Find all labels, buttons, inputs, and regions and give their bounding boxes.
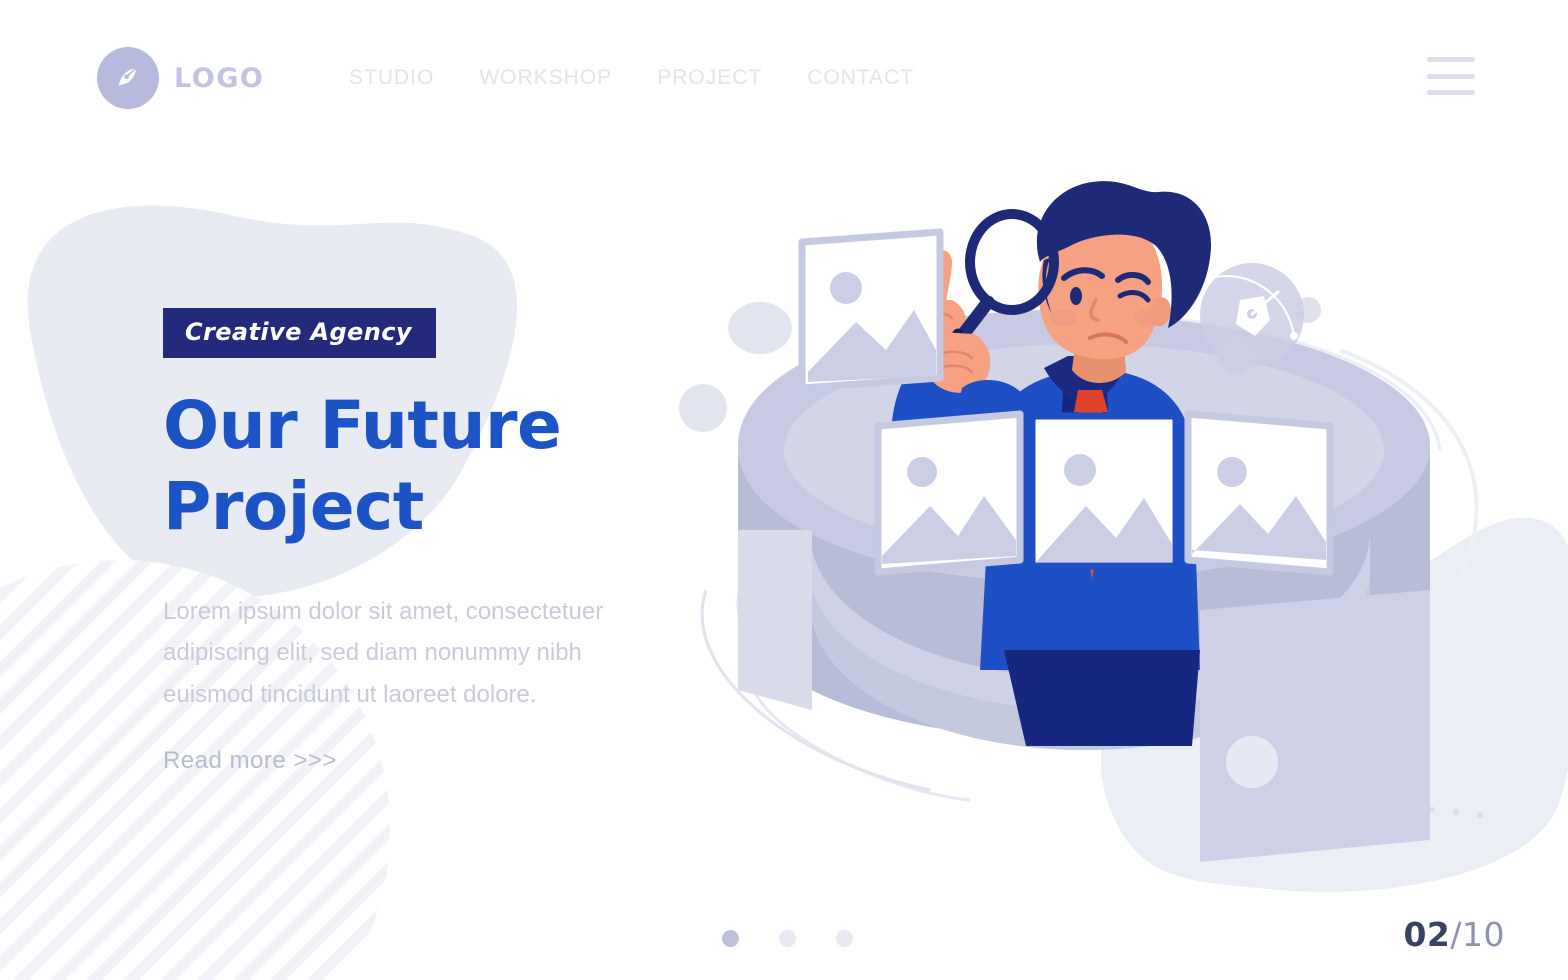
- logo-text: LOGO: [174, 62, 265, 94]
- hamburger-line: [1427, 90, 1475, 95]
- slide-current: 02: [1403, 915, 1451, 954]
- carousel-dot-2[interactable]: [779, 930, 796, 947]
- hamburger-line: [1427, 57, 1475, 62]
- image-card-center: [1028, 412, 1180, 570]
- hero-illustration: [679, 181, 1479, 862]
- nav-item-contact[interactable]: CONTACT: [807, 66, 914, 90]
- creative-agency-badge: Creative Agency: [163, 308, 436, 358]
- brand-logo[interactable]: LOGO: [97, 47, 264, 109]
- main-navigation: STUDIO WORKSHOP PROJECT CONTACT: [349, 66, 914, 90]
- image-card-right: [1184, 410, 1334, 576]
- carousel-dot-3[interactable]: [836, 930, 853, 947]
- pen-tool-badge-icon: [1200, 263, 1304, 367]
- hero-section: Creative Agency Our Future Project Lorem…: [163, 308, 723, 775]
- slide-total: /10: [1450, 915, 1505, 954]
- site-header: LOGO STUDIO WORKSHOP PROJECT CONTACT: [0, 0, 1568, 160]
- read-more-link[interactable]: Read more >>>: [163, 747, 337, 775]
- carousel-dot-1[interactable]: [722, 930, 739, 947]
- nav-item-project[interactable]: PROJECT: [657, 66, 762, 90]
- image-card-left: [874, 410, 1024, 576]
- pen-nib-icon: [97, 47, 159, 109]
- image-card-top-left: [798, 228, 944, 392]
- hero-paragraph: Lorem ipsum dolor sit amet, consectetuer…: [163, 598, 604, 708]
- page-title: Our Future Project: [163, 387, 562, 545]
- hamburger-menu-icon[interactable]: [1427, 57, 1475, 95]
- slide-counter: 02/10: [1403, 915, 1505, 954]
- carousel-dots: [722, 930, 853, 947]
- landing-page: LOGO STUDIO WORKSHOP PROJECT CONTACT Cre…: [0, 0, 1568, 980]
- nav-item-workshop[interactable]: WORKSHOP: [479, 66, 612, 90]
- nav-item-studio[interactable]: STUDIO: [349, 66, 434, 90]
- hamburger-line: [1427, 73, 1475, 79]
